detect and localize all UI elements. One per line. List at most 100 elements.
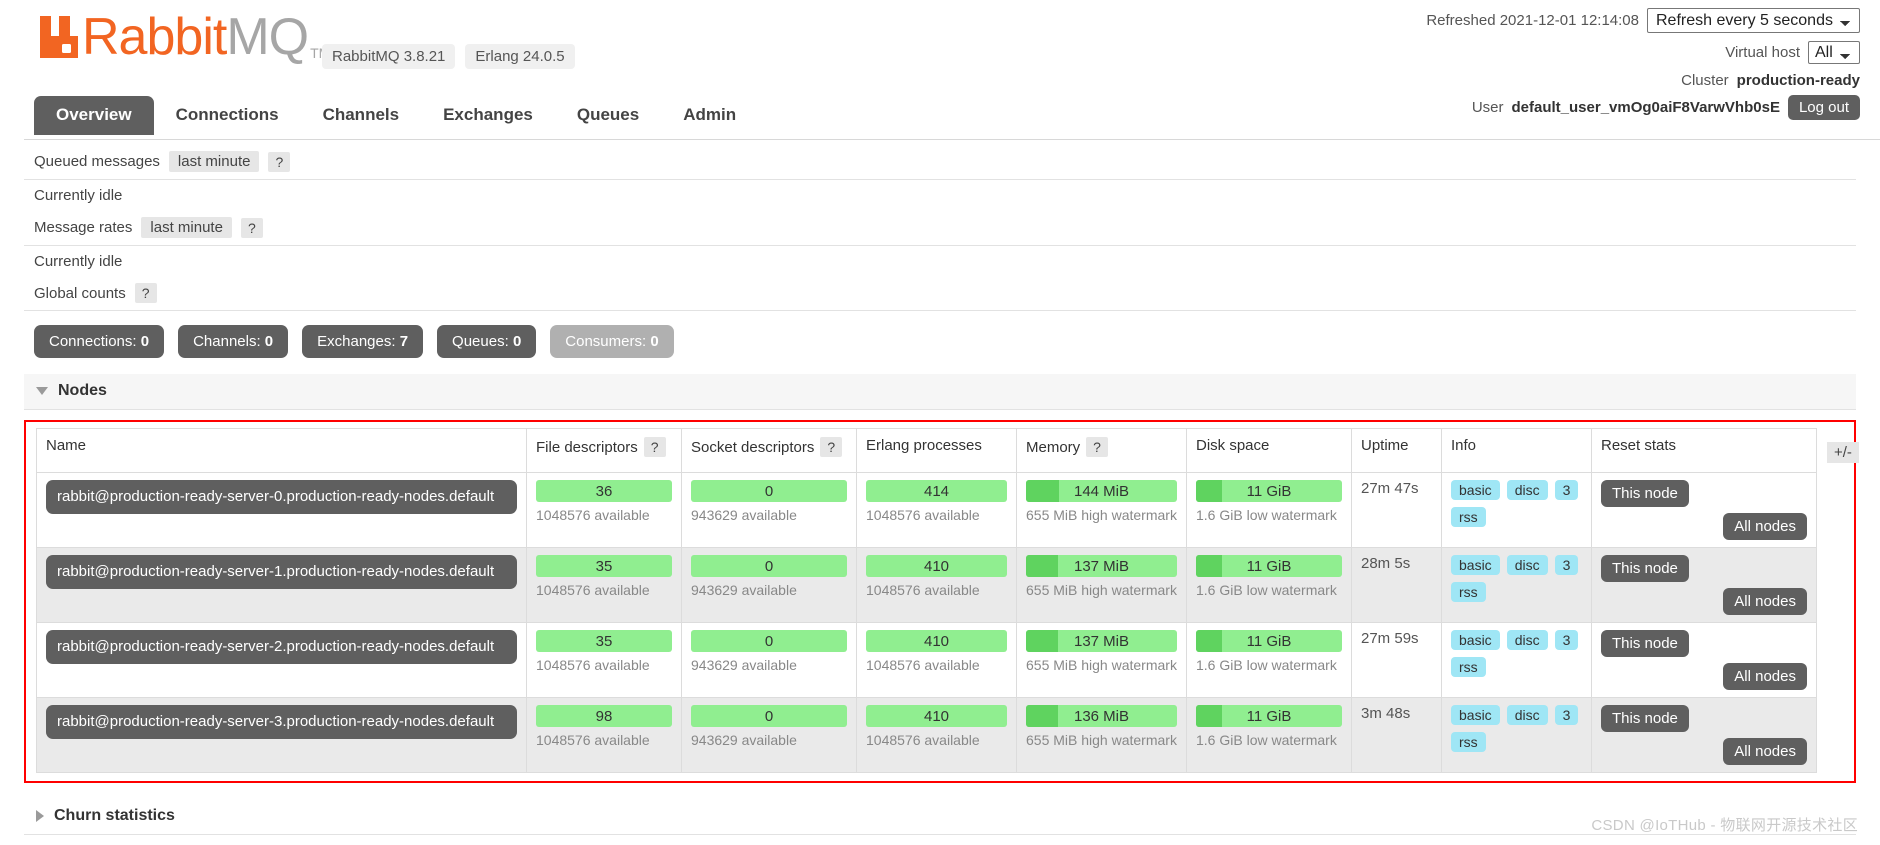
counter-consumers[interactable]: Consumers: 0: [550, 325, 674, 358]
counter-connections[interactable]: Connections: 0: [34, 325, 165, 358]
erlang-version-pill: Erlang 24.0.5: [465, 44, 575, 69]
counter-queues[interactable]: Queues: 0: [437, 325, 537, 358]
memory-bar: 144 MiB: [1026, 480, 1177, 502]
col-socket-descriptors-label: Socket descriptors: [691, 438, 815, 456]
socket-descriptors-sub: 943629 available: [691, 507, 797, 523]
reset-all-nodes-button[interactable]: All nodes: [1723, 588, 1807, 615]
node-name-link[interactable]: rabbit@production-ready-server-1.product…: [46, 555, 517, 590]
info-tag-disc[interactable]: disc: [1506, 705, 1548, 725]
info-tag-disc[interactable]: disc: [1506, 630, 1548, 650]
info-tag-basic[interactable]: basic: [1451, 705, 1500, 725]
file-descriptors-value: 36: [595, 482, 613, 500]
col-memory-label: Memory: [1026, 438, 1081, 456]
cell-info: basic disc 3 rss: [1441, 697, 1592, 773]
queued-messages-help-icon[interactable]: ?: [268, 151, 291, 172]
cell-node-name: rabbit@production-ready-server-1.product…: [36, 547, 527, 623]
col-file-descriptors[interactable]: File descriptors?: [526, 428, 682, 473]
counter-channels-label: Channels:: [193, 333, 261, 350]
message-rates-help-icon[interactable]: ?: [240, 217, 263, 238]
info-tag-count[interactable]: 3: [1554, 480, 1579, 500]
col-info[interactable]: Info: [1441, 428, 1592, 473]
cell-uptime: 28m 5s: [1351, 547, 1442, 623]
socket-descriptors-help-icon[interactable]: ?: [820, 437, 843, 457]
reset-this-node-button[interactable]: This node: [1601, 555, 1689, 582]
tab-exchanges[interactable]: Exchanges: [421, 96, 555, 135]
info-tag-count[interactable]: 3: [1554, 630, 1579, 650]
counter-channels[interactable]: Channels: 0: [178, 325, 289, 358]
node-name-link[interactable]: rabbit@production-ready-server-2.product…: [46, 630, 517, 665]
rabbitmq-logo[interactable]: Rabbit MQ TM: [38, 11, 330, 63]
col-disk-space[interactable]: Disk space: [1186, 428, 1352, 473]
column-toggle-button[interactable]: +/-: [1827, 442, 1859, 463]
info-tag-rss[interactable]: rss: [1451, 582, 1486, 602]
reset-all-nodes-button[interactable]: All nodes: [1723, 738, 1807, 765]
file-descriptors-bar: 98: [536, 705, 672, 727]
info-tag-count[interactable]: 3: [1554, 555, 1579, 575]
col-uptime[interactable]: Uptime: [1351, 428, 1442, 473]
node-name-link[interactable]: rabbit@production-ready-server-3.product…: [46, 705, 517, 740]
reset-this-node-button[interactable]: This node: [1601, 705, 1689, 732]
cell-erlang-processes: 410 1048576 available: [856, 547, 1017, 623]
memory-value: 137 MiB: [1073, 557, 1130, 575]
col-socket-descriptors[interactable]: Socket descriptors?: [681, 428, 857, 473]
reset-this-node-button[interactable]: This node: [1601, 630, 1689, 657]
disk-space-bar: 11 GiB: [1196, 480, 1342, 502]
col-erlang-processes[interactable]: Erlang processes: [856, 428, 1017, 473]
rabbitmq-management-page: Rabbit MQ TM RabbitMQ 3.8.21 Erlang 24.0.5…: [0, 0, 1880, 845]
info-tag-count[interactable]: 3: [1554, 705, 1579, 725]
counter-exchanges[interactable]: Exchanges: 7: [302, 325, 424, 358]
queued-messages-period-chip[interactable]: last minute: [168, 151, 260, 172]
info-tag-rss[interactable]: rss: [1451, 507, 1486, 527]
cell-memory: 136 MiB 655 MiB high watermark: [1016, 697, 1187, 773]
tab-overview[interactable]: Overview: [34, 96, 154, 135]
counter-exchanges-value: 7: [399, 333, 409, 350]
message-rates-period-chip[interactable]: last minute: [141, 217, 232, 238]
cluster-row: Cluster production-ready: [1426, 72, 1860, 89]
tab-admin[interactable]: Admin: [661, 96, 758, 135]
socket-descriptors-value: 0: [764, 632, 774, 650]
node-name-link[interactable]: rabbit@production-ready-server-0.product…: [46, 480, 517, 515]
tab-connections[interactable]: Connections: [154, 96, 301, 135]
memory-help-icon[interactable]: ?: [1086, 437, 1108, 457]
info-tag-disc[interactable]: disc: [1506, 555, 1548, 575]
col-name[interactable]: Name: [36, 428, 527, 473]
info-tag-basic[interactable]: basic: [1451, 555, 1500, 575]
reset-this-node-button[interactable]: This node: [1601, 480, 1689, 507]
rabbitmq-version-pill: RabbitMQ 3.8.21: [322, 44, 456, 69]
tab-queues[interactable]: Queues: [555, 96, 661, 135]
tab-channels[interactable]: Channels: [301, 96, 422, 135]
table-row: rabbit@production-ready-server-2.product…: [36, 622, 1817, 698]
nodes-table-header-row: Name File descriptors? Socket descriptor…: [36, 428, 1817, 473]
vhost-label: Virtual host: [1725, 44, 1800, 61]
file-descriptors-help-icon[interactable]: ?: [643, 437, 666, 457]
vhost-select[interactable]: All: [1808, 41, 1860, 64]
reset-all-nodes-button[interactable]: All nodes: [1723, 513, 1807, 540]
section-title-nodes: Nodes: [58, 382, 107, 399]
refresh-interval-select[interactable]: Refresh every 5 seconds: [1647, 8, 1860, 33]
file-descriptors-bar: 35: [536, 630, 672, 652]
info-tag-rss[interactable]: rss: [1451, 657, 1486, 677]
info-tag-disc[interactable]: disc: [1506, 480, 1548, 500]
info-tag-rss[interactable]: rss: [1451, 732, 1486, 752]
section-header-churn[interactable]: Churn statistics: [24, 799, 1856, 835]
col-memory[interactable]: Memory?: [1016, 428, 1187, 473]
col-reset-stats[interactable]: Reset stats: [1591, 428, 1817, 473]
global-counts-help-icon[interactable]: ?: [134, 283, 157, 303]
section-header-nodes[interactable]: Nodes: [24, 374, 1856, 410]
reset-all-nodes-button[interactable]: All nodes: [1723, 663, 1807, 690]
cluster-label: Cluster: [1681, 72, 1729, 89]
info-tag-basic[interactable]: basic: [1451, 480, 1500, 500]
cell-socket-descriptors: 0 943629 available: [681, 622, 857, 698]
erlang-processes-value: 410: [923, 707, 950, 725]
disk-space-value: 11 GiB: [1246, 557, 1292, 575]
disk-space-value: 11 GiB: [1246, 482, 1292, 500]
global-counts-header: Global counts ?: [24, 277, 1856, 311]
disk-space-sub: 1.6 GiB low watermark: [1196, 582, 1337, 598]
cell-erlang-processes: 410 1048576 available: [856, 697, 1017, 773]
info-tag-basic[interactable]: basic: [1451, 630, 1500, 650]
erlang-processes-value: 414: [923, 482, 950, 500]
memory-sub: 655 MiB high watermark: [1026, 507, 1177, 523]
erlang-processes-sub: 1048576 available: [866, 582, 980, 598]
disk-space-sub: 1.6 GiB low watermark: [1196, 507, 1337, 523]
memory-sub: 655 MiB high watermark: [1026, 732, 1177, 748]
